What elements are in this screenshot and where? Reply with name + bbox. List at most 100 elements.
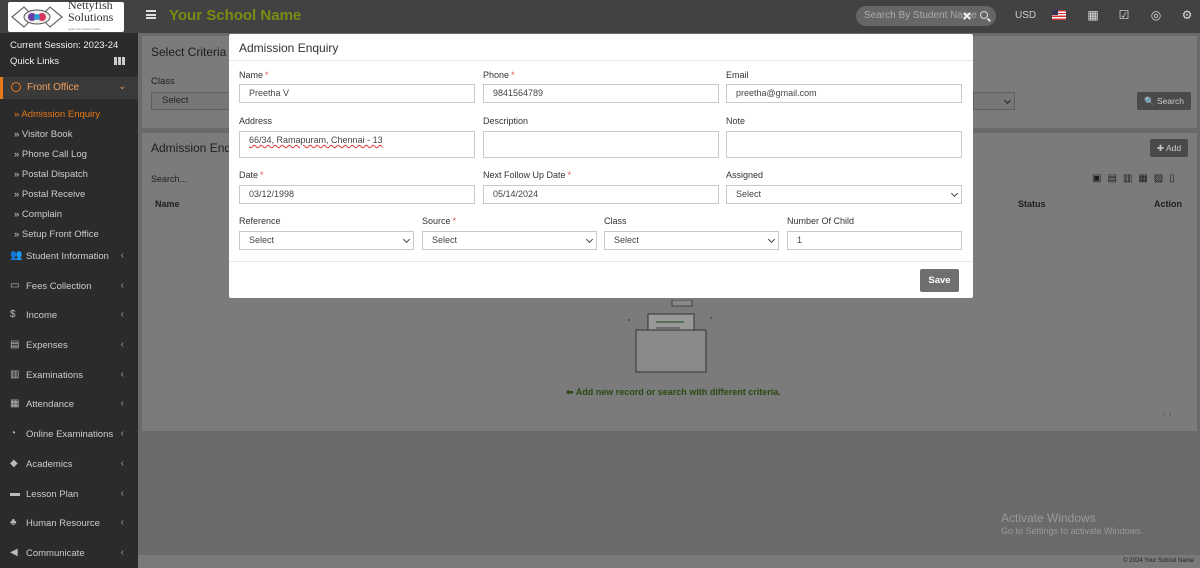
chevron-down-icon — [950, 189, 959, 198]
currency-selector[interactable]: USD — [1015, 10, 1036, 21]
modal-header: Admission Enquiry — [229, 34, 973, 61]
search-button[interactable]: 🔍 Search — [1137, 92, 1191, 110]
submenu-complain[interactable]: » Complain — [0, 205, 138, 225]
modal-title: Admission Enquiry — [239, 41, 339, 55]
submenu-visitor-book[interactable]: » Visitor Book — [0, 125, 138, 145]
modal-footer-divider — [229, 261, 973, 262]
chevron-left-icon: ‹ — [120, 546, 124, 558]
required-marker: * — [511, 70, 515, 80]
sidebar-item-label: Examinations — [26, 369, 84, 381]
name-label: Name * — [239, 70, 269, 80]
class-select[interactable]: Select — [604, 231, 779, 250]
phone-field[interactable]: 9841564789 — [483, 84, 719, 103]
sidebar-item-income[interactable]: $ Income ‹ — [0, 301, 138, 331]
bullhorn-icon: ◀ — [10, 546, 18, 558]
company-logo[interactable]: Nettyfish Solutions ignite your business… — [8, 0, 124, 32]
required-marker: * — [260, 170, 264, 180]
sidebar-item-label: Academics — [26, 458, 73, 470]
credit-card-icon: ▤ — [10, 339, 20, 351]
next-follow-up-date-field[interactable]: 05/14/2024 — [483, 185, 719, 204]
submenu-phone-call-log[interactable]: » Phone Call Log — [0, 145, 138, 165]
sidebar-item-front-office[interactable]: Front Office ⌄ — [0, 77, 138, 99]
submenu-postal-dispatch[interactable]: » Postal Dispatch — [0, 165, 138, 185]
address-field[interactable]: 66/34, Ramapuram, Chennai - 13 — [239, 131, 475, 158]
page-footer: © 2024 Your School Name — [138, 555, 1200, 568]
sitemap-icon: ♣ — [10, 517, 17, 529]
admission-enquiry-modal: Admission Enquiry Name * Preetha V Phone *… — [229, 34, 973, 298]
whatsapp-icon[interactable]: ◎ — [1150, 9, 1162, 21]
next-follow-up-label-text: Next Follow Up Date — [483, 170, 566, 180]
activate-windows-title: Activate Windows — [1001, 511, 1096, 525]
address-text: 66/34, Ramapuram, Chennai - 13 — [249, 135, 383, 145]
export-toolbar[interactable]: ▣▤▥▦▨▯ — [1092, 173, 1181, 184]
school-name: Your School Name — [169, 7, 302, 24]
money-icon: ▭ — [10, 279, 20, 291]
name-field[interactable]: Preetha V — [239, 84, 475, 103]
email-field[interactable]: preetha@gmail.com — [726, 84, 962, 103]
date-field[interactable]: 03/12/1998 — [239, 185, 475, 204]
add-button[interactable]: ✚ Add — [1150, 139, 1188, 157]
criteria-title: Select Criteria — [151, 45, 227, 59]
map-icon: ▥ — [10, 368, 20, 380]
gear-icon[interactable]: ⚙ — [1181, 9, 1193, 21]
sidebar-item-label: Student Information — [26, 251, 109, 262]
sidebar-item-attendance[interactable]: ▦ Attendance ‹ — [0, 390, 138, 420]
calendar-check-icon: ▦ — [10, 398, 20, 410]
assigned-label: Assigned — [726, 170, 764, 180]
required-marker: * — [567, 170, 572, 180]
pagination-arrows[interactable]: ‹ › — [1163, 409, 1172, 419]
language-flag-icon[interactable] — [1052, 10, 1066, 20]
logo-line2: Solutions — [68, 10, 114, 24]
grid-icon[interactable] — [114, 57, 125, 65]
chevron-left-icon: ‹ — [120, 398, 124, 410]
source-label-text: Source — [422, 216, 451, 226]
date-label-text: Date — [239, 170, 259, 180]
submenu-postal-receive[interactable]: » Postal Receive — [0, 185, 138, 205]
check-square-icon[interactable]: ☑ — [1118, 9, 1130, 21]
date-label: Date * — [239, 170, 264, 180]
class-label: Class — [604, 216, 627, 226]
column-header-action: Action — [1154, 199, 1182, 209]
sidebar-item-fees-collection[interactable]: ▭ Fees Collection ‹ — [0, 272, 138, 302]
search-placeholder: Search By Student Name — [864, 10, 977, 21]
student-search-input[interactable]: Search By Student Name — [856, 6, 996, 26]
calendar-icon[interactable]: ▦ — [1087, 9, 1099, 21]
sidebar-item-student-information[interactable]: 👥 Student Information ‹ — [0, 242, 138, 272]
sidebar-item-communicate[interactable]: ◀ Communicate ‹ — [0, 539, 138, 568]
chevron-left-icon: ‹ — [120, 487, 124, 499]
sidebar-item-expenses[interactable]: ▤ Expenses ‹ — [0, 331, 138, 361]
chevron-left-icon: ‹ — [120, 250, 124, 261]
number-of-child-field[interactable]: 1 — [787, 231, 962, 250]
chevron-down-icon — [767, 235, 776, 244]
required-marker: * — [452, 216, 457, 226]
sidebar-item-online-examinations[interactable]: ◔ Online Examinations ‹ — [0, 420, 138, 450]
sidebar-item-academics[interactable]: ◆ Academics ‹ — [0, 450, 138, 480]
sidebar-item-label: Online Examinations — [26, 429, 114, 441]
search-icon[interactable] — [980, 11, 988, 19]
sidebar-item-examinations[interactable]: ▥ Examinations ‹ — [0, 361, 138, 391]
sidebar-item-human-resource[interactable]: ♣ Human Resource ‹ — [0, 509, 138, 539]
menu-toggle-icon[interactable] — [146, 10, 156, 19]
section-select[interactable] — [973, 92, 1015, 110]
note-field[interactable] — [726, 131, 962, 158]
source-select-value: Select — [432, 235, 458, 245]
quick-links[interactable]: Quick Links — [10, 56, 59, 67]
chevron-left-icon: ‹ — [120, 517, 124, 529]
class-select[interactable]: Select — [151, 92, 231, 110]
email-label: Email — [726, 70, 749, 80]
reference-select[interactable]: Select — [239, 231, 414, 250]
sidebar-item-lesson-plan[interactable]: ▬ Lesson Plan ‹ — [0, 480, 138, 510]
column-header-status[interactable]: Status — [1018, 199, 1046, 209]
list-icon: ▬ — [10, 487, 20, 499]
description-field[interactable] — [483, 131, 719, 158]
save-button[interactable]: Save — [920, 269, 959, 292]
submenu-admission-enquiry[interactable]: » Admission Enquiry — [0, 105, 138, 125]
list-search-input[interactable]: Search... — [151, 174, 187, 184]
phone-label-text: Phone — [483, 70, 510, 80]
column-header-name[interactable]: Name — [155, 199, 180, 209]
source-select[interactable]: Select — [422, 231, 597, 250]
close-icon[interactable]: × — [961, 9, 973, 24]
chevron-left-icon: ‹ — [120, 309, 124, 321]
logo-icon — [11, 6, 63, 28]
assigned-select[interactable]: Select — [726, 185, 962, 204]
